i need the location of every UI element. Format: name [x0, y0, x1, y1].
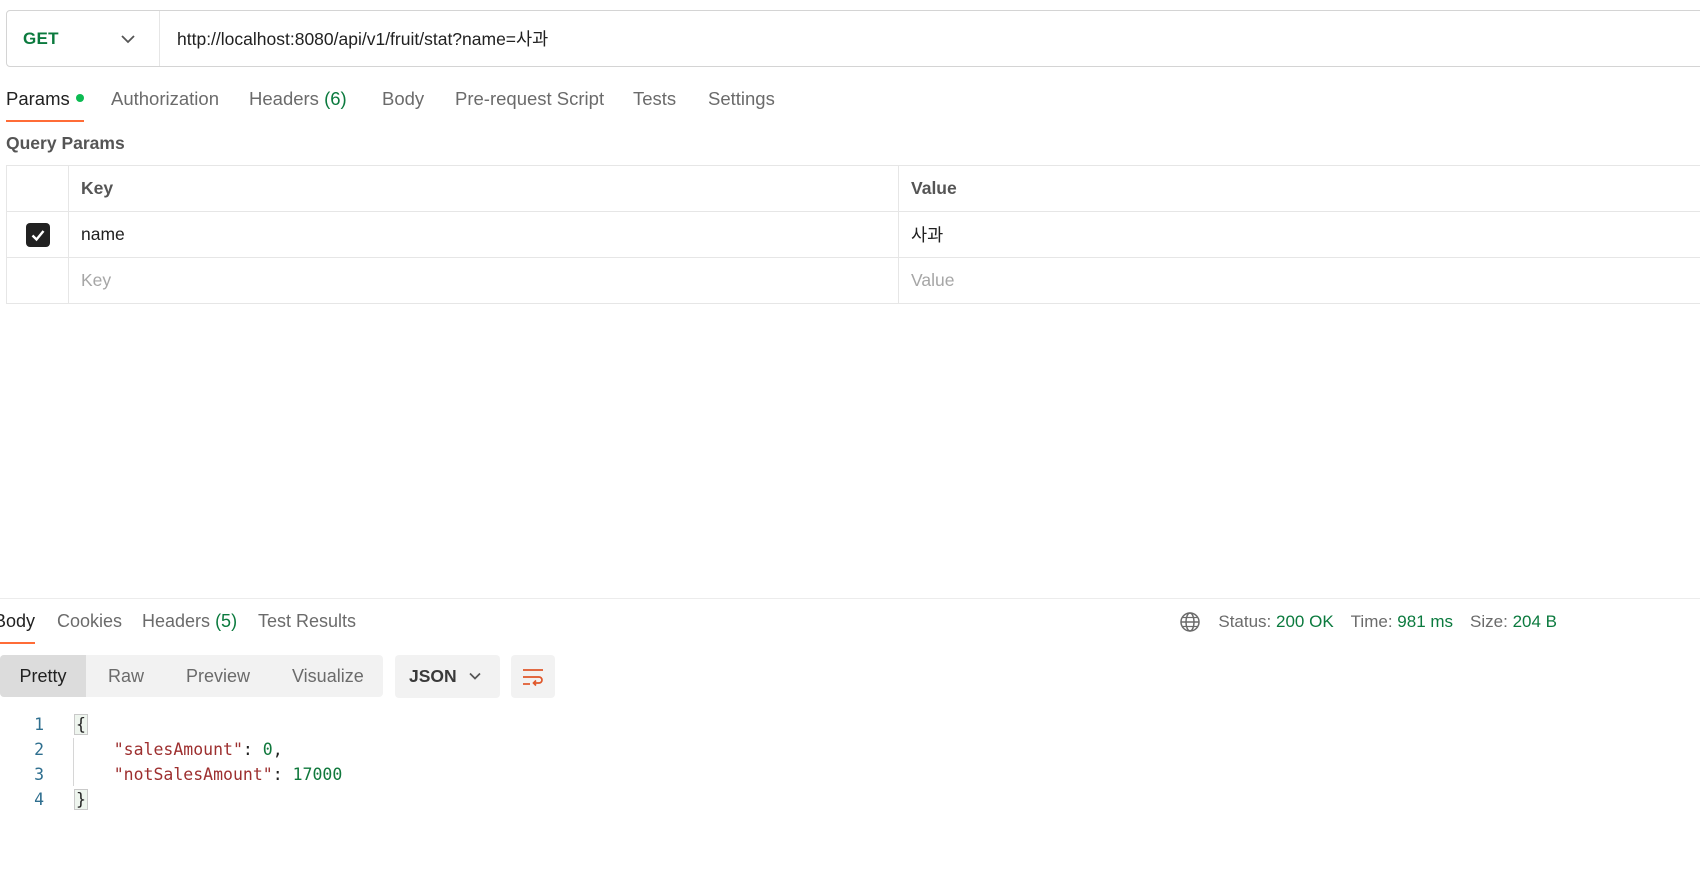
check-icon: [31, 229, 44, 241]
value-column-header: Value: [911, 178, 957, 198]
response-tab-body[interactable]: Body: [0, 610, 36, 644]
response-tab-body-label: Body: [0, 611, 36, 631]
line-number: 1: [34, 715, 44, 734]
globe-icon[interactable]: [1179, 611, 1201, 633]
json-value: 0: [262, 740, 273, 759]
size-indicator: Size: 204 B: [1470, 612, 1557, 632]
format-dropdown[interactable]: JSON: [395, 655, 500, 698]
table-header-row: Key Value: [6, 166, 1700, 212]
tab-body[interactable]: Body: [382, 86, 424, 122]
status-value[interactable]: 200 OK: [1276, 612, 1334, 631]
tab-tests[interactable]: Tests: [633, 86, 676, 122]
json-key: "salesAmount": [113, 740, 243, 759]
size-label: Size:: [1470, 612, 1508, 631]
json-value: 17000: [292, 765, 343, 784]
key-column-header: Key: [69, 166, 899, 211]
view-mode-preview[interactable]: Preview: [186, 655, 250, 697]
chevron-down-icon: [469, 672, 481, 680]
time-label: Time:: [1350, 612, 1393, 631]
query-params-table: Key Value name 사과 Key Value: [6, 165, 1700, 304]
tab-params-label: Params: [6, 88, 70, 109]
response-body-code[interactable]: 1 { 2 "salesAmount": 0, 3 "notSalesAmoun…: [0, 712, 342, 812]
tab-headers[interactable]: Headers (6): [249, 86, 347, 122]
param-enabled-checkbox[interactable]: [25, 222, 50, 247]
view-mode-raw[interactable]: Raw: [108, 655, 144, 697]
json-comma: ,: [272, 740, 283, 759]
tab-authorization[interactable]: Authorization: [111, 86, 219, 122]
code-line: 2 "salesAmount": 0,: [0, 737, 283, 762]
table-row-empty: Key Value: [6, 258, 1700, 304]
tab-settings-label: Settings: [708, 88, 775, 109]
new-key-input[interactable]: Key: [69, 258, 899, 303]
tab-params[interactable]: Params: [6, 86, 84, 122]
wrap-lines-icon: [523, 668, 543, 686]
query-params-title: Query Params: [6, 133, 125, 153]
param-key-cell[interactable]: name: [69, 212, 899, 257]
time-value[interactable]: 981 ms: [1397, 612, 1453, 631]
view-mode-selector: Pretty Raw Preview Visualize: [0, 655, 383, 697]
tab-body-label: Body: [382, 88, 425, 109]
tab-settings[interactable]: Settings: [708, 86, 775, 122]
format-label: JSON: [409, 666, 457, 686]
param-value-cell[interactable]: 사과: [899, 212, 1700, 257]
response-tab-cookies[interactable]: Cookies: [57, 610, 122, 644]
response-divider: [0, 598, 1700, 599]
line-number: 3: [34, 765, 44, 784]
close-brace: }: [74, 789, 88, 810]
line-number: 4: [34, 790, 44, 809]
response-status-area: Status: 200 OK Time: 981 ms Size: 204 B: [1179, 611, 1557, 633]
tab-pre-request-script[interactable]: Pre-request Script: [455, 86, 604, 122]
size-value[interactable]: 204 B: [1513, 612, 1557, 631]
status-label: Status:: [1218, 612, 1272, 631]
response-tab-test-results[interactable]: Test Results: [258, 610, 356, 644]
tab-headers-count: (6): [324, 88, 347, 109]
json-key: "notSalesAmount": [113, 765, 273, 784]
tab-tests-label: Tests: [633, 88, 677, 109]
response-headers-count: (5): [215, 611, 238, 631]
code-line: 4 }: [0, 787, 88, 812]
tab-authorization-label: Authorization: [111, 88, 219, 109]
request-url-bar: GET http://localhost:8080/api/v1/fruit/s…: [6, 10, 1700, 67]
response-tab-headers[interactable]: Headers (5): [142, 610, 237, 644]
tab-headers-label: Headers: [249, 88, 319, 109]
new-value-input[interactable]: Value: [899, 258, 1700, 303]
params-indicator-dot: [75, 94, 84, 102]
response-tab-cookies-label: Cookies: [57, 611, 123, 631]
status-indicator: Status: 200 OK: [1218, 612, 1333, 632]
wrap-lines-button[interactable]: [511, 655, 555, 698]
response-tab-headers-label: Headers: [142, 611, 211, 631]
line-number: 2: [34, 740, 44, 759]
open-brace: {: [74, 714, 88, 735]
url-input[interactable]: http://localhost:8080/api/v1/fruit/stat?…: [160, 26, 548, 51]
code-line: 1 {: [0, 712, 88, 737]
time-indicator: Time: 981 ms: [1351, 612, 1453, 632]
view-mode-visualize[interactable]: Visualize: [292, 655, 364, 697]
view-mode-pretty[interactable]: Pretty: [0, 655, 86, 697]
tab-pre-request-script-label: Pre-request Script: [455, 88, 605, 109]
chevron-down-icon: [121, 35, 135, 44]
method-selector[interactable]: GET: [7, 11, 160, 66]
response-tab-test-results-label: Test Results: [258, 611, 357, 631]
table-row: name 사과: [6, 212, 1700, 258]
code-line: 3 "notSalesAmount": 17000: [0, 762, 342, 787]
method-label: GET: [23, 28, 59, 48]
